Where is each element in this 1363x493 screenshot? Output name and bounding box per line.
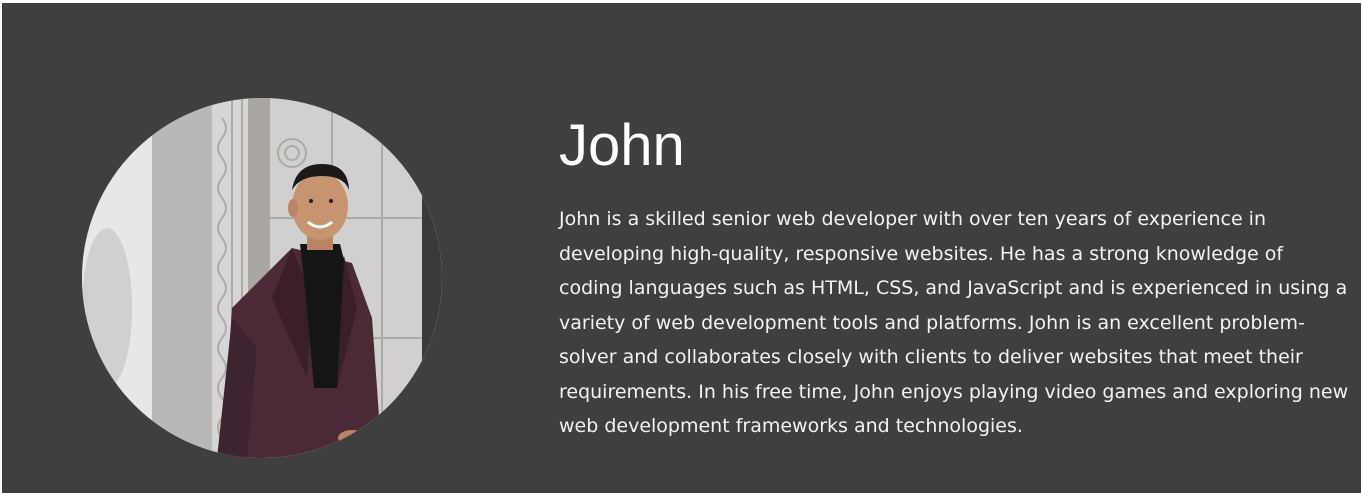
profile-name: John	[559, 113, 685, 178]
profile-photo	[82, 98, 442, 458]
avatar	[82, 98, 442, 458]
profile-bio: John is a skilled senior web developer w…	[559, 208, 1349, 437]
profile-section: John John is a skilled senior web develo…	[2, 3, 1361, 493]
